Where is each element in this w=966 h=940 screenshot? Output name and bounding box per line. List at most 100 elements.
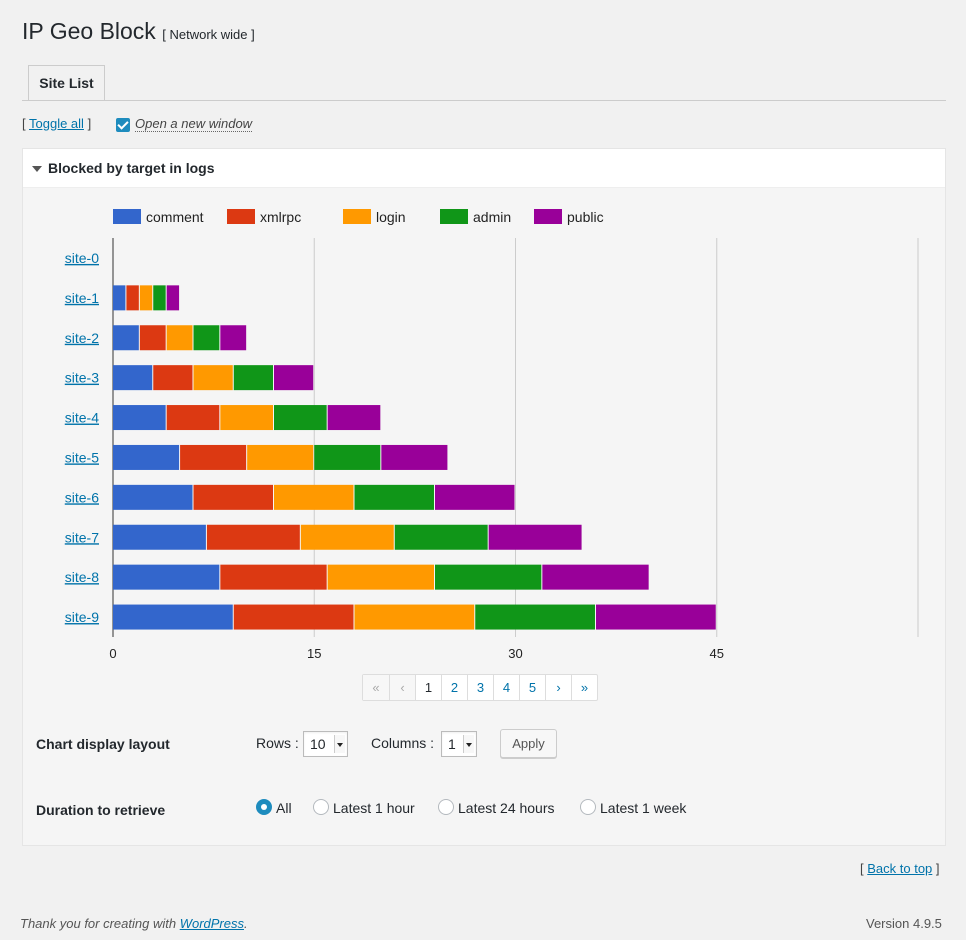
stacked-bar-chart: comment xmlrpc login admin public site-0 site-…	[65, 209, 919, 661]
x-tick-label: 45	[710, 646, 724, 661]
bar-site-4-comment	[113, 405, 166, 431]
bar-site-5-admin	[314, 444, 381, 470]
duration-option-24-hours[interactable]: Latest 24 hours	[458, 800, 555, 816]
duration-option-1-week[interactable]: Latest 1 week	[600, 800, 686, 816]
bar-site-6-admin	[354, 484, 434, 510]
bar-site-7-admin	[394, 524, 488, 550]
bar-site-9-admin	[475, 604, 595, 630]
bar-site-4-login	[220, 405, 273, 431]
footer-version: Version 4.9.5	[866, 916, 942, 931]
legend-label-admin: admin	[473, 209, 511, 225]
legend-swatch-login	[343, 209, 371, 224]
pagination-page-5[interactable]: 5	[519, 675, 545, 700]
site-link-site-8[interactable]: site-8	[65, 569, 99, 585]
duration-option-all[interactable]: All	[276, 800, 292, 816]
chart-layout-label: Chart display layout	[36, 736, 170, 752]
site-link-site-9[interactable]: site-9	[65, 609, 99, 625]
duration-option-1-hour[interactable]: Latest 1 hour	[333, 800, 415, 816]
back-to-top: [ Back to top ]	[860, 861, 940, 876]
bar-site-7-xmlrpc	[206, 524, 300, 550]
bar-site-3-login	[193, 365, 233, 391]
bar-site-1-xmlrpc	[126, 285, 139, 311]
bar-site-4-xmlrpc	[166, 405, 220, 431]
site-link-site-1[interactable]: site-1	[65, 290, 99, 306]
pagination-next[interactable]: ›	[545, 675, 571, 700]
pagination: «‹ 1 2 3 4 5 ›»	[362, 674, 598, 701]
bar-site-9-xmlrpc	[233, 604, 354, 630]
bar-site-3-public	[274, 365, 314, 391]
bar-site-6-xmlrpc	[193, 484, 273, 510]
bar-site-5-public	[381, 444, 448, 470]
legend-label-login: login	[376, 209, 406, 225]
columns-select[interactable]: 1	[441, 731, 477, 757]
bar-site-9-comment	[113, 604, 233, 630]
bar-site-8-login	[327, 564, 434, 590]
site-link-site-2[interactable]: site-2	[65, 330, 99, 346]
bar-site-1-comment	[113, 285, 126, 311]
apply-button[interactable]: Apply	[500, 729, 557, 758]
site-link-site-0[interactable]: site-0	[65, 250, 99, 266]
bar-site-6-login	[274, 484, 354, 510]
duration-radio-all[interactable]	[256, 799, 272, 815]
bar-site-9-login	[354, 604, 475, 630]
pagination-page-1[interactable]: 1	[415, 675, 441, 700]
bar-site-5-comment	[113, 444, 180, 470]
x-tick-label: 30	[508, 646, 522, 661]
bar-site-3-xmlrpc	[153, 365, 193, 391]
bar-site-5-xmlrpc	[180, 444, 247, 470]
bar-site-5-login	[247, 444, 314, 470]
site-link-site-6[interactable]: site-6	[65, 489, 99, 505]
rows-label: Rows :	[256, 735, 299, 751]
pagination-first: «	[363, 675, 389, 700]
rows-select[interactable]: 10	[303, 731, 348, 757]
pagination-prev: ‹	[389, 675, 415, 700]
bar-site-8-admin	[435, 564, 542, 590]
legend-label-public: public	[567, 209, 604, 225]
bar-site-6-public	[435, 484, 515, 510]
legend-swatch-comment	[113, 209, 141, 224]
bar-site-2-comment	[113, 325, 139, 351]
bar-site-1-login	[139, 285, 153, 311]
columns-select-value: 1	[448, 736, 456, 752]
bar-site-2-admin	[193, 325, 220, 351]
footer-credit: Thank you for creating with WordPress.	[20, 916, 248, 931]
x-tick-label: 15	[307, 646, 321, 661]
x-tick-label: 0	[109, 646, 116, 661]
bar-site-1-admin	[153, 285, 166, 311]
bar-site-1-public	[166, 285, 180, 311]
rows-select-value: 10	[310, 736, 326, 752]
pagination-page-3[interactable]: 3	[467, 675, 493, 700]
pagination-page-2[interactable]: 2	[441, 675, 467, 700]
duration-radio-24-hours[interactable]	[438, 799, 454, 815]
back-to-top-link[interactable]: Back to top	[867, 861, 932, 876]
pagination-page-4[interactable]: 4	[493, 675, 519, 700]
site-link-site-4[interactable]: site-4	[65, 410, 99, 426]
bar-site-6-comment	[113, 484, 193, 510]
chevron-down-icon	[334, 735, 345, 753]
bar-site-2-xmlrpc	[139, 325, 166, 351]
tab-site-list[interactable]: Site List	[28, 65, 105, 100]
legend-label-comment: comment	[146, 209, 204, 225]
bar-site-9-public	[596, 604, 716, 630]
site-link-site-5[interactable]: site-5	[65, 449, 99, 465]
bar-site-3-admin	[233, 365, 273, 391]
bar-site-8-comment	[113, 564, 220, 590]
wordpress-link[interactable]: WordPress	[180, 916, 244, 931]
bar-site-3-comment	[113, 365, 153, 391]
columns-label: Columns :	[371, 735, 435, 751]
bar-site-8-xmlrpc	[220, 564, 327, 590]
site-link-site-3[interactable]: site-3	[65, 370, 99, 386]
bar-site-7-comment	[113, 524, 206, 550]
legend-swatch-public	[534, 209, 562, 224]
duration-radio-1-hour[interactable]	[313, 799, 329, 815]
site-link-site-7[interactable]: site-7	[65, 529, 99, 545]
bar-site-2-login	[166, 325, 193, 351]
bar-site-8-public	[542, 564, 649, 590]
bar-site-7-login	[300, 524, 394, 550]
bar-site-2-public	[220, 325, 247, 351]
duration-radio-1-week[interactable]	[580, 799, 596, 815]
bar-site-4-public	[327, 405, 381, 431]
chevron-down-icon	[463, 735, 474, 753]
bar-site-7-public	[488, 524, 582, 550]
pagination-last[interactable]: »	[571, 675, 597, 700]
